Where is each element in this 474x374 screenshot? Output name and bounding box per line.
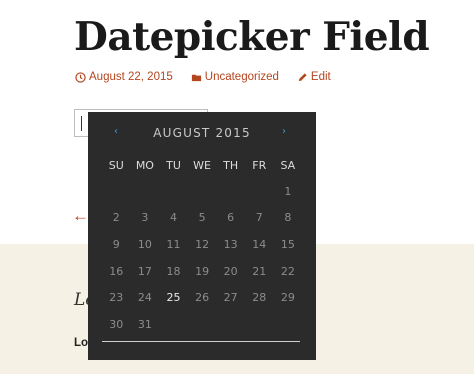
edit-link[interactable]: Edit (297, 71, 331, 83)
text-caret (81, 116, 82, 131)
datepicker-header: ‹ AUGUST 2015 › (88, 112, 316, 156)
calendar-day[interactable]: 19 (188, 258, 217, 285)
calendar-day[interactable]: 12 (188, 231, 217, 258)
calendar-day[interactable]: 20 (216, 258, 245, 285)
weekday-header: TH (223, 158, 239, 172)
weekday-header: SU (108, 158, 124, 172)
calendar-day[interactable]: 28 (245, 284, 274, 311)
calendar-empty-cell (102, 178, 131, 205)
weekday-header: TU (166, 158, 181, 172)
page-title: Datepicker Field (74, 14, 430, 60)
calendar-day[interactable]: 9 (102, 231, 131, 258)
calendar-day[interactable]: 14 (245, 231, 274, 258)
calendar-empty-cell (159, 178, 188, 205)
calendar-day[interactable]: 7 (245, 205, 274, 232)
calendar-week-row: 30 31 (102, 311, 302, 338)
calendar-day[interactable]: 31 (131, 311, 160, 338)
calendar-empty-cell (131, 178, 160, 205)
calendar-week-row: 16 17 18 19 20 21 22 (102, 258, 302, 285)
calendar-day[interactable]: 26 (188, 284, 217, 311)
calendar-week-row: 23 24 25 26 27 28 29 (102, 284, 302, 311)
calendar-day[interactable]: 1 (274, 178, 303, 205)
folder-icon (191, 72, 202, 83)
datepicker-divider (102, 341, 300, 342)
calendar-empty-cell (188, 178, 217, 205)
calendar-day[interactable]: 21 (245, 258, 274, 285)
calendar-day[interactable]: 25 (159, 284, 188, 311)
calendar-day[interactable]: 13 (216, 231, 245, 258)
calendar-day[interactable]: 5 (188, 205, 217, 232)
calendar-day[interactable]: 6 (216, 205, 245, 232)
weekday-row: SU MO TU WE TH FR SA (102, 152, 302, 178)
calendar-empty-cell (216, 311, 245, 338)
post-date-link[interactable]: August 22, 2015 (75, 71, 173, 83)
calendar-week-row: 9 10 11 12 13 14 15 (102, 231, 302, 258)
calendar-day[interactable]: 29 (274, 284, 303, 311)
weekday-header: WE (193, 158, 211, 172)
calendar-day[interactable]: 17 (131, 258, 160, 285)
calendar-day[interactable]: 22 (274, 258, 303, 285)
datepicker-popup: ‹ AUGUST 2015 › SU MO TU WE TH FR SA 123… (88, 112, 316, 360)
calendar-empty-cell (245, 311, 274, 338)
calendar-empty-cell (159, 311, 188, 338)
calendar-week-row: 1 (102, 178, 302, 205)
category-label: Uncategorized (204, 71, 279, 83)
calendar-day[interactable]: 3 (131, 205, 160, 232)
clock-icon (75, 71, 86, 83)
comments-text: Lo (74, 337, 89, 349)
calendar-empty-cell (188, 311, 217, 338)
calendar-empty-cell (216, 178, 245, 205)
calendar-day[interactable]: 15 (274, 231, 303, 258)
calendar-day[interactable]: 2 (102, 205, 131, 232)
previous-post-arrow-icon[interactable]: ← (72, 207, 89, 224)
calendar-day[interactable]: 27 (216, 284, 245, 311)
calendar-day[interactable]: 30 (102, 311, 131, 338)
calendar-day[interactable]: 11 (159, 231, 188, 258)
calendar-day[interactable]: 23 (102, 284, 131, 311)
calendar-empty-cell (274, 311, 303, 338)
calendar-day[interactable]: 18 (159, 258, 188, 285)
calendar-day[interactable]: 8 (274, 205, 303, 232)
weekday-header: FR (252, 158, 267, 172)
calendar-day[interactable]: 24 (131, 284, 160, 311)
calendar-week-row: 2345678 (102, 205, 302, 232)
post-date: August 22, 2015 (89, 71, 173, 83)
calendar-day[interactable]: 10 (131, 231, 160, 258)
next-month-icon[interactable]: › (276, 124, 292, 140)
calendar-empty-cell (245, 178, 274, 205)
calendar-day[interactable]: 16 (102, 258, 131, 285)
calendar-day[interactable]: 4 (159, 205, 188, 232)
category-link[interactable]: Uncategorized (191, 71, 279, 83)
weekday-header: SA (280, 158, 296, 172)
calendar-grid: SU MO TU WE TH FR SA 1 2 3 4 5 6 7 8 9 10 11 12 13 14… (102, 152, 302, 338)
post-meta: August 22, 2015 Uncategorized Edit (75, 69, 331, 85)
pencil-icon (297, 72, 308, 83)
calendar-days: 1 2 3 4 5 6 7 8 9 10 11 12 13 14 15 16 17 18 19 20 21 22 23 24 2… (102, 178, 302, 338)
weekday-header: MO (135, 158, 154, 172)
edit-label: Edit (310, 71, 331, 83)
